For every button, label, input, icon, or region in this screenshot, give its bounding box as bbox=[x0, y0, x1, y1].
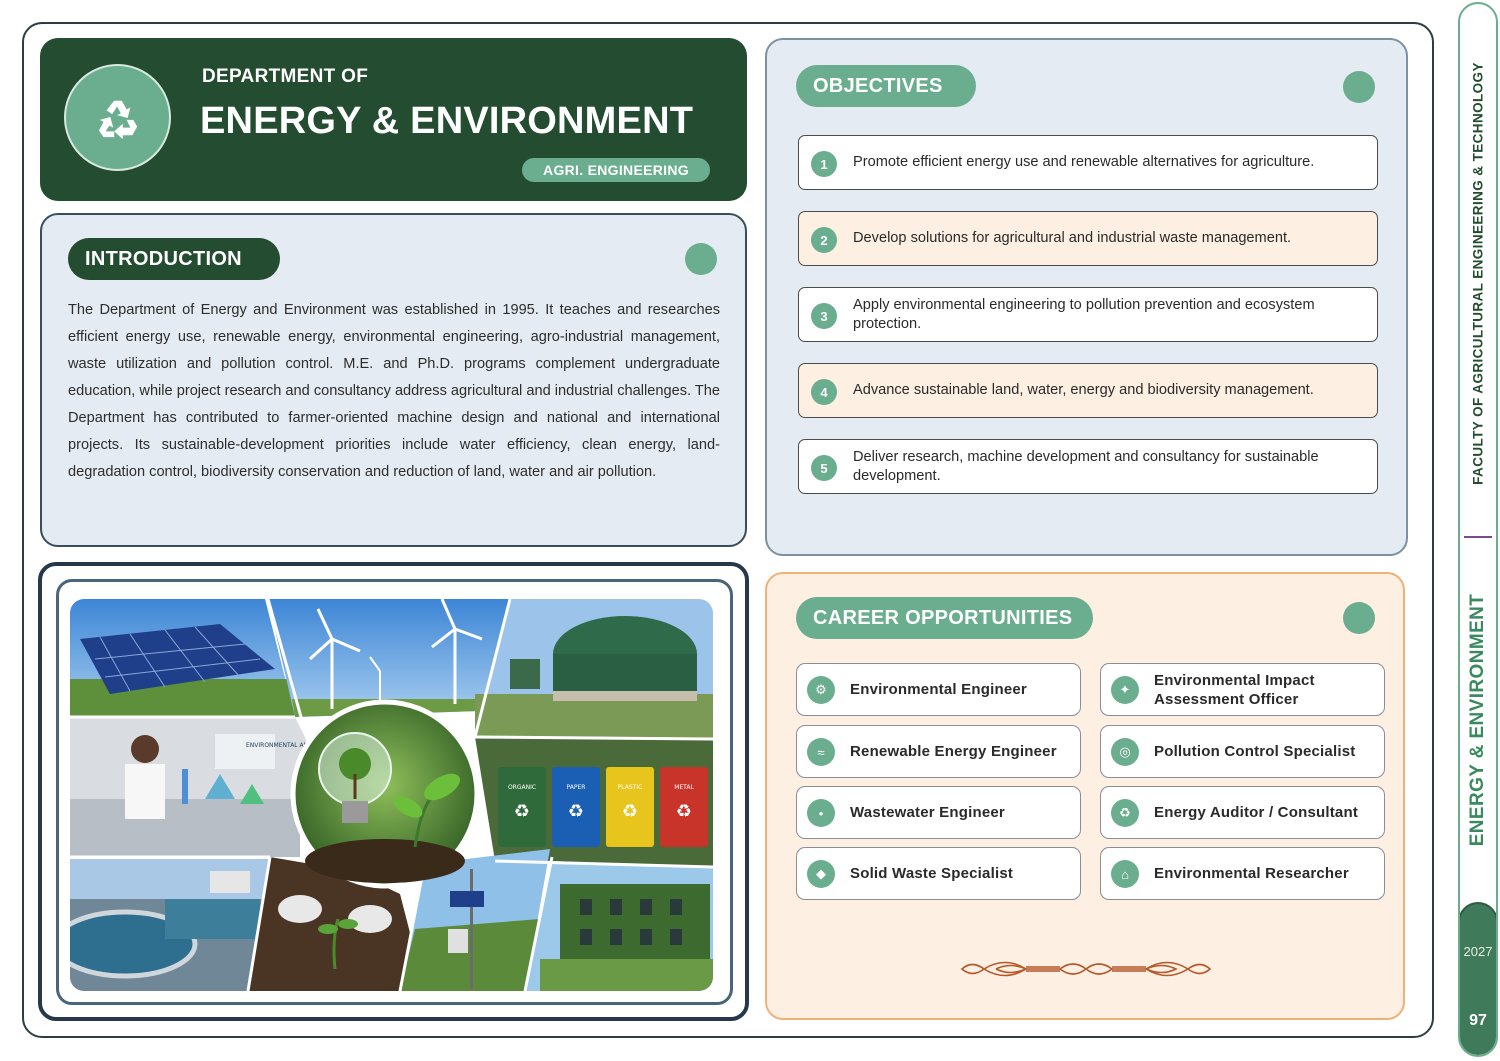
career-item: ✦ Environmental Impact Assessment Office… bbox=[1100, 663, 1385, 716]
svg-text:♻: ♻ bbox=[622, 801, 638, 822]
svg-text:♻: ♻ bbox=[676, 801, 692, 822]
decorative-dot bbox=[1343, 602, 1375, 634]
career-label: Pollution Control Specialist bbox=[1154, 743, 1356, 760]
bin-label-plastic: PLASTIC bbox=[618, 784, 643, 791]
lightbulb-sprout-photo bbox=[290, 699, 480, 889]
career-item: ◆ Solid Waste Specialist bbox=[796, 847, 1081, 900]
objective-text: Deliver research, machine development an… bbox=[853, 448, 1319, 484]
career-label: Energy Auditor / Consultant bbox=[1154, 804, 1359, 821]
decorative-dot bbox=[685, 243, 717, 275]
page-tab: 2027 97 bbox=[1460, 902, 1496, 1055]
career-label: Solid Waste Specialist bbox=[850, 865, 1014, 882]
side-divider bbox=[1464, 536, 1492, 538]
department-header: DEPARTMENT OF ENERGY & ENVIRONMENT AGRI.… bbox=[40, 38, 747, 201]
bin-label-metal: METAL bbox=[674, 784, 694, 791]
careers-heading: CAREER OPPORTUNITIES bbox=[796, 597, 1093, 639]
career-label: Wastewater Engineer bbox=[850, 804, 1005, 821]
wave-icon: ≈ bbox=[807, 738, 835, 766]
year-label: 2027 bbox=[1463, 944, 1493, 959]
photo-collage-frame: ENVIRONMENTAL ANALYSIS ORGANIC PAPER PLA… bbox=[56, 579, 733, 1005]
target-icon: ◎ bbox=[1111, 738, 1139, 766]
diamond-icon: ◆ bbox=[807, 860, 835, 888]
introduction-heading: INTRODUCTION bbox=[68, 238, 280, 280]
page-number: 97 bbox=[1469, 1012, 1487, 1029]
introduction-body: The Department of Energy and Environment… bbox=[68, 302, 720, 480]
svg-text:♻: ♻ bbox=[568, 801, 584, 822]
career-label: Renewable Energy Engineer bbox=[850, 743, 1057, 760]
photo-collage-panel: ENVIRONMENTAL ANALYSIS ORGANIC PAPER PLA… bbox=[38, 562, 749, 1021]
recycle-icon bbox=[64, 64, 171, 171]
career-item: ⚙ Environmental Engineer bbox=[796, 663, 1081, 716]
objectives-panel: OBJECTIVES 1 Promote efficient energy us… bbox=[765, 38, 1408, 556]
gear-icon: ⚙ bbox=[807, 676, 835, 704]
bin-label-paper: PAPER bbox=[567, 784, 586, 791]
objective-item: 2 Develop solutions for agricultural and… bbox=[798, 211, 1378, 266]
solar-panel-photo bbox=[70, 599, 295, 717]
career-item: ◎ Pollution Control Specialist bbox=[1100, 725, 1385, 778]
green-building-photo bbox=[525, 861, 713, 991]
faculty-label: FACULTY OF AGRICULTURAL ENGINEERING & TE… bbox=[1470, 62, 1486, 485]
career-panel: CAREER OPPORTUNITIES ⚙ Environmental Eng… bbox=[765, 572, 1405, 1020]
career-item: ≈ Renewable Energy Engineer bbox=[796, 725, 1081, 778]
recycling-bins-photo: ORGANIC PAPER PLASTIC METAL ♻ ♻ ♻ ♻ bbox=[475, 737, 713, 867]
droplet-icon: • bbox=[807, 799, 835, 827]
recycle-icon: ♻ bbox=[1111, 799, 1139, 827]
biogas-plant-photo bbox=[475, 599, 713, 739]
objective-number: 4 bbox=[811, 379, 837, 405]
laboratory-photo: ENVIRONMENTAL ANALYSIS bbox=[70, 717, 328, 857]
objective-text: Advance sustainable land, water, energy … bbox=[853, 382, 1314, 398]
svg-text:♻: ♻ bbox=[514, 801, 530, 822]
photo-collage: ENVIRONMENTAL ANALYSIS ORGANIC PAPER PLA… bbox=[70, 599, 713, 991]
ornament-divider bbox=[960, 961, 1212, 977]
career-item: • Wastewater Engineer bbox=[796, 786, 1081, 839]
objective-text: Promote efficient energy use and renewab… bbox=[853, 154, 1315, 170]
objective-item: 1 Promote efficient energy use and renew… bbox=[798, 135, 1378, 190]
objective-text: Apply environmental engineering to pollu… bbox=[853, 296, 1315, 332]
objective-item: 4 Advance sustainable land, water, energ… bbox=[798, 363, 1378, 418]
objective-number: 1 bbox=[811, 151, 837, 177]
objective-number: 5 bbox=[811, 455, 837, 481]
introduction-panel: INTRODUCTION The Department of Energy an… bbox=[40, 213, 747, 547]
sparkle-icon: ✦ bbox=[1111, 676, 1139, 704]
department-label: ENERGY & ENVIRONMENT bbox=[1467, 593, 1488, 847]
career-item: ♻ Energy Auditor / Consultant bbox=[1100, 786, 1385, 839]
objective-number: 3 bbox=[811, 303, 837, 329]
wastewater-plant-photo bbox=[70, 859, 270, 991]
career-label: Environmental Impact Assessment Officer bbox=[1154, 671, 1315, 708]
objective-text: Develop solutions for agricultural and i… bbox=[853, 230, 1292, 246]
department-eyebrow: DEPARTMENT OF bbox=[202, 66, 369, 87]
side-rail: FACULTY OF AGRICULTURAL ENGINEERING & TE… bbox=[1458, 2, 1498, 1057]
decorative-dot bbox=[1343, 71, 1375, 103]
bin-label-organic: ORGANIC bbox=[508, 784, 536, 791]
objectives-heading: OBJECTIVES bbox=[796, 65, 976, 107]
home-icon: ⌂ bbox=[1111, 860, 1139, 888]
objective-item: 5 Deliver research, machine development … bbox=[798, 439, 1378, 494]
wind-turbine-photo bbox=[268, 599, 510, 717]
career-item: ⌂ Environmental Researcher bbox=[1100, 847, 1385, 900]
page-title: ENERGY & ENVIRONMENT bbox=[200, 100, 694, 142]
career-label: Environmental Engineer bbox=[850, 681, 1027, 698]
objective-item: 3 Apply environmental engineering to pol… bbox=[798, 287, 1378, 342]
objective-number: 2 bbox=[811, 227, 837, 253]
career-label: Environmental Researcher bbox=[1154, 865, 1349, 882]
faculty-badge: AGRI. ENGINEERING bbox=[522, 158, 710, 182]
